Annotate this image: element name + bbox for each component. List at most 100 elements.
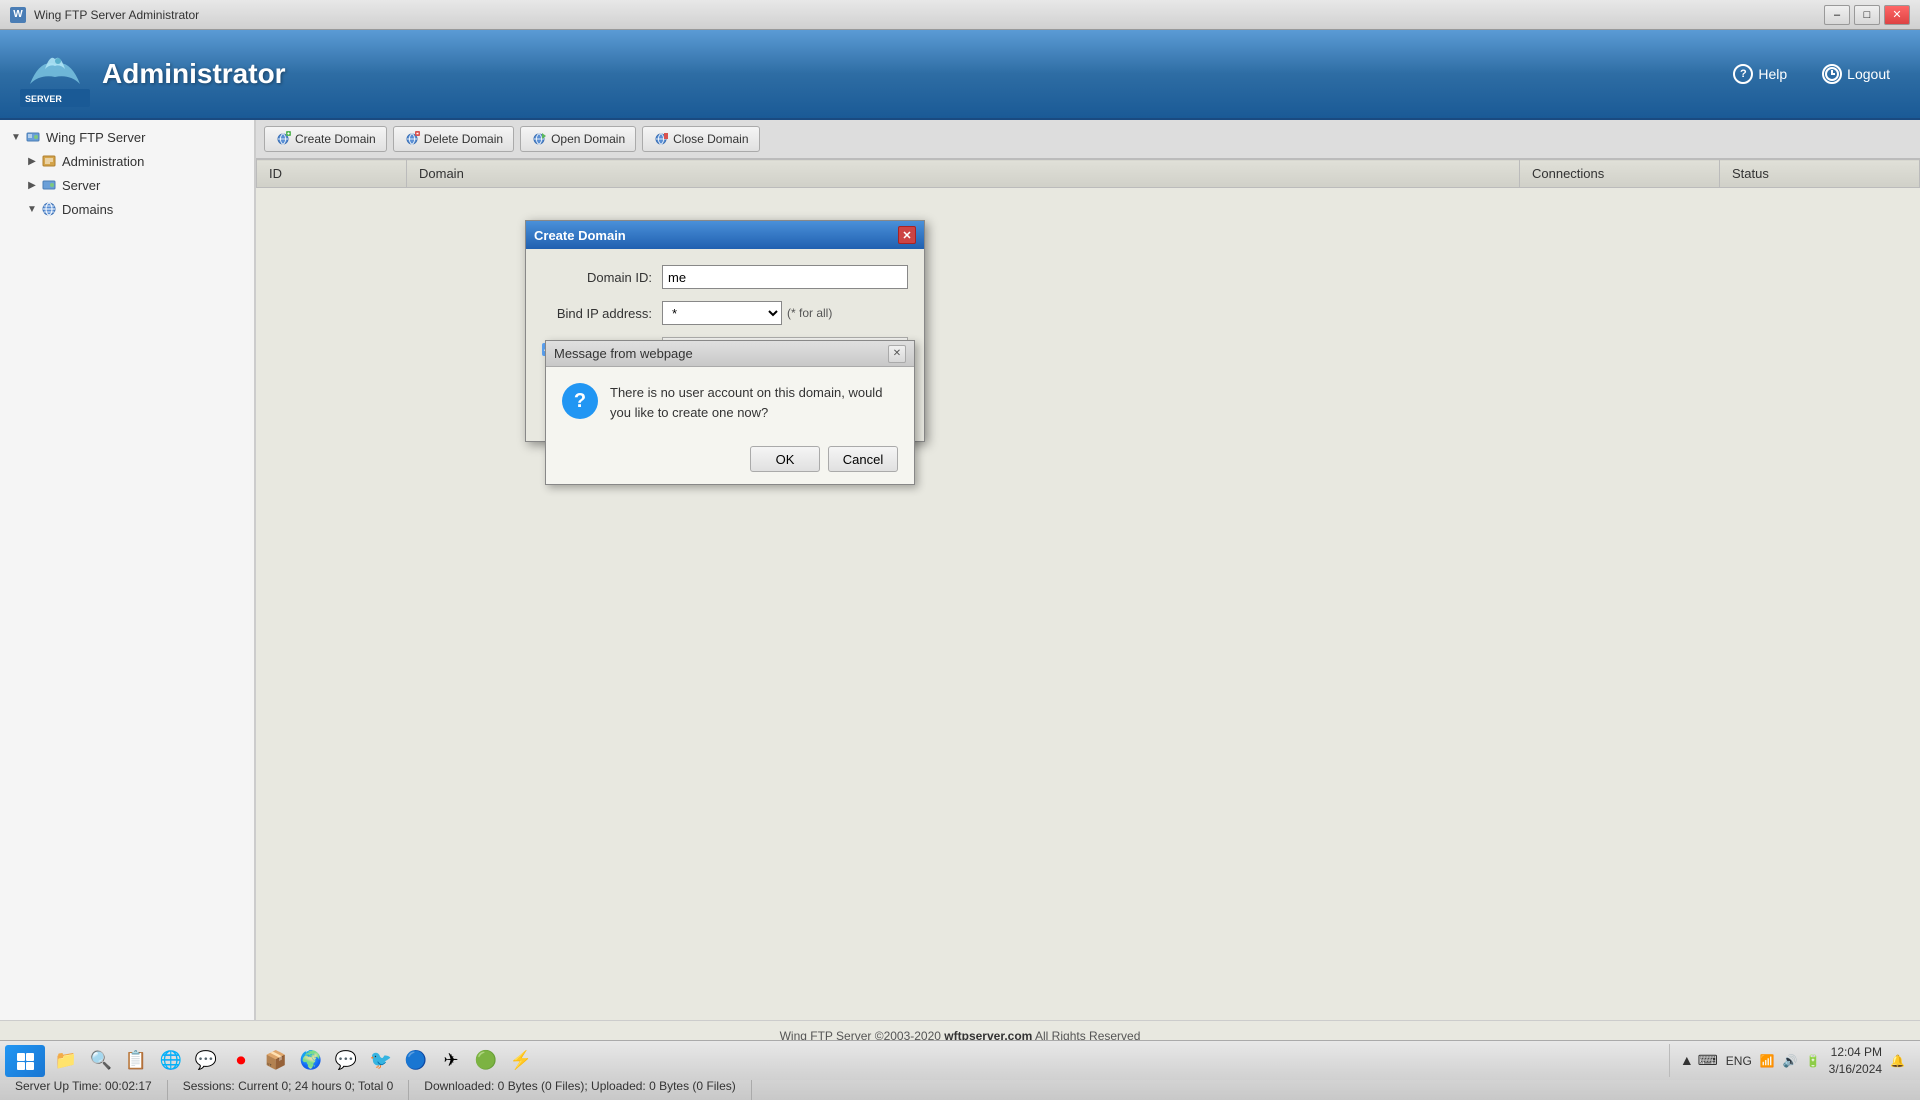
system-tray-icons: ▲ ⌨: [1680, 1052, 1718, 1069]
logo-icon: SERVER: [20, 39, 90, 109]
taskbar-app-telegram[interactable]: ✈: [435, 1045, 467, 1077]
taskbar-time: 12:04 PM: [1829, 1044, 1882, 1061]
taskbar-app-filezilla[interactable]: ⚡: [505, 1045, 537, 1077]
window-title: Wing FTP Server Administrator: [34, 8, 199, 22]
col-status: Status: [1720, 160, 1920, 188]
taskbar-app-explorer[interactable]: 📁: [50, 1045, 82, 1077]
sidebar-item-domains[interactable]: ▼ Domains: [0, 197, 254, 221]
taskbar-app-whatsapp[interactable]: 💬: [330, 1045, 362, 1077]
sidebar-item-administration[interactable]: ▶ Administration: [0, 149, 254, 173]
taskbar-system: ▲ ⌨ ENG 📶 🔊 🔋 12:04 PM 3/16/2024 🔔: [1669, 1044, 1915, 1078]
col-id: ID: [257, 160, 407, 188]
domain-table-container: ID Domain Connections Status: [256, 159, 1920, 1020]
taskbar: 📁 🔍 📋 🌐 💬 ⏺ 📦 🌍 💬 🐦 🔵 ✈ 🟢 ⚡ ▲ ⌨ ENG 📶 🔊 …: [0, 1040, 1920, 1080]
minimize-button[interactable]: –: [1824, 5, 1850, 25]
delete-domain-icon: [404, 131, 420, 147]
taskbar-notification[interactable]: 🔔: [1890, 1054, 1905, 1068]
domains-icon: [40, 200, 58, 218]
taskbar-sound: 🔊: [1783, 1054, 1798, 1068]
open-domain-button[interactable]: Open Domain: [520, 126, 636, 152]
message-text: There is no user account on this domain,…: [610, 383, 898, 422]
taskbar-app-skype[interactable]: 💬: [190, 1045, 222, 1077]
message-titlebar: Message from webpage ✕: [546, 341, 914, 367]
bind-ip-row: Bind IP address: * (* for all): [542, 301, 908, 325]
app-header: SERVER Administrator ? Help Logout: [0, 30, 1920, 120]
close-domain-button[interactable]: Close Domain: [642, 126, 759, 152]
message-footer: OK Cancel: [546, 438, 914, 484]
create-domain-button[interactable]: Create Domain: [264, 126, 387, 152]
create-domain-close-button[interactable]: ✕: [898, 226, 916, 244]
toolbar: Create Domain Delete Domain: [256, 120, 1920, 159]
admin-icon: [40, 152, 58, 170]
message-title: Message from webpage: [554, 346, 693, 361]
col-domain: Domain: [407, 160, 1520, 188]
uptime-text: Server Up Time: 00:02:17: [15, 1079, 152, 1093]
message-dialog: Message from webpage ✕ ? There is no use…: [545, 340, 915, 485]
sidebar-label-server: Server: [62, 178, 100, 193]
logo-area: SERVER Administrator: [20, 39, 286, 109]
create-domain-label: Create Domain: [295, 132, 376, 146]
taskbar-date: 3/16/2024: [1829, 1061, 1882, 1078]
taskbar-app-task[interactable]: 📋: [120, 1045, 152, 1077]
logout-label: Logout: [1847, 66, 1890, 82]
titlebar: W Wing FTP Server Administrator – □ ✕: [0, 0, 1920, 30]
taskbar-clock: 12:04 PM 3/16/2024: [1829, 1044, 1882, 1078]
create-domain-titlebar: Create Domain ✕: [526, 221, 924, 249]
logout-button[interactable]: Logout: [1812, 59, 1900, 89]
taskbar-lang: ENG: [1726, 1054, 1752, 1068]
delete-domain-label: Delete Domain: [424, 132, 503, 146]
maximize-button[interactable]: □: [1854, 5, 1880, 25]
create-domain-title: Create Domain: [534, 228, 626, 243]
taskbar-app-twitter[interactable]: 🐦: [365, 1045, 397, 1077]
content-area: Create Domain Delete Domain: [255, 120, 1920, 1020]
domains-arrow: ▼: [24, 201, 40, 217]
server-arrow: ▶: [24, 177, 40, 193]
create-domain-icon: [275, 131, 291, 147]
main-layout: ▼ Wing FTP Server ▶: [0, 120, 1920, 1020]
message-close-button[interactable]: ✕: [888, 345, 906, 363]
open-domain-icon: [531, 131, 547, 147]
close-domain-label: Close Domain: [673, 132, 748, 146]
header-actions: ? Help Logout: [1723, 59, 1900, 89]
taskbar-app-network[interactable]: 🌍: [295, 1045, 327, 1077]
message-cancel-button[interactable]: Cancel: [828, 446, 898, 472]
taskbar-app-ftp[interactable]: 📦: [260, 1045, 292, 1077]
sidebar: ▼ Wing FTP Server ▶: [0, 120, 255, 1020]
open-domain-label: Open Domain: [551, 132, 625, 146]
admin-arrow: ▶: [24, 153, 40, 169]
server-node-icon: [40, 176, 58, 194]
logout-icon: [1822, 64, 1842, 84]
svg-text:SERVER: SERVER: [25, 94, 62, 104]
sidebar-label-wingftp: Wing FTP Server: [46, 130, 145, 145]
sessions-text: Sessions: Current 0; 24 hours 0; Total 0: [183, 1079, 394, 1093]
taskbar-app-search[interactable]: 🔍: [85, 1045, 117, 1077]
help-icon: ?: [1733, 64, 1753, 84]
domain-id-input[interactable]: [662, 265, 908, 289]
message-ok-button[interactable]: OK: [750, 446, 820, 472]
taskbar-apps: 📁 🔍 📋 🌐 💬 ⏺ 📦 🌍 💬 🐦 🔵 ✈ 🟢 ⚡: [50, 1045, 1669, 1077]
transfer-text: Downloaded: 0 Bytes (0 Files); Uploaded:…: [424, 1079, 735, 1093]
help-button[interactable]: ? Help: [1723, 59, 1797, 89]
help-label: Help: [1758, 66, 1787, 82]
taskbar-app-chrome2[interactable]: 🟢: [470, 1045, 502, 1077]
app-icon: W: [10, 7, 26, 23]
sidebar-label-administration: Administration: [62, 154, 144, 169]
sidebar-item-server[interactable]: ▶ Server: [0, 173, 254, 197]
taskbar-app-edge[interactable]: 🌐: [155, 1045, 187, 1077]
sidebar-item-wingftp[interactable]: ▼ Wing FTP Server: [0, 125, 254, 149]
start-button[interactable]: [5, 1045, 45, 1077]
titlebar-left: W Wing FTP Server Administrator: [10, 7, 199, 23]
delete-domain-button[interactable]: Delete Domain: [393, 126, 514, 152]
message-body: ? There is no user account on this domai…: [546, 367, 914, 438]
domain-id-row: Domain ID:: [542, 265, 908, 289]
taskbar-app-chrome[interactable]: 🔵: [400, 1045, 432, 1077]
close-domain-icon: [653, 131, 669, 147]
sidebar-label-domains: Domains: [62, 202, 113, 217]
message-question-icon: ?: [562, 383, 598, 419]
taskbar-app-record[interactable]: ⏺: [225, 1045, 257, 1077]
close-button[interactable]: ✕: [1884, 5, 1910, 25]
col-connections: Connections: [1520, 160, 1720, 188]
titlebar-controls: – □ ✕: [1824, 5, 1910, 25]
app-title: Administrator: [102, 58, 286, 90]
bind-ip-select[interactable]: *: [662, 301, 782, 325]
